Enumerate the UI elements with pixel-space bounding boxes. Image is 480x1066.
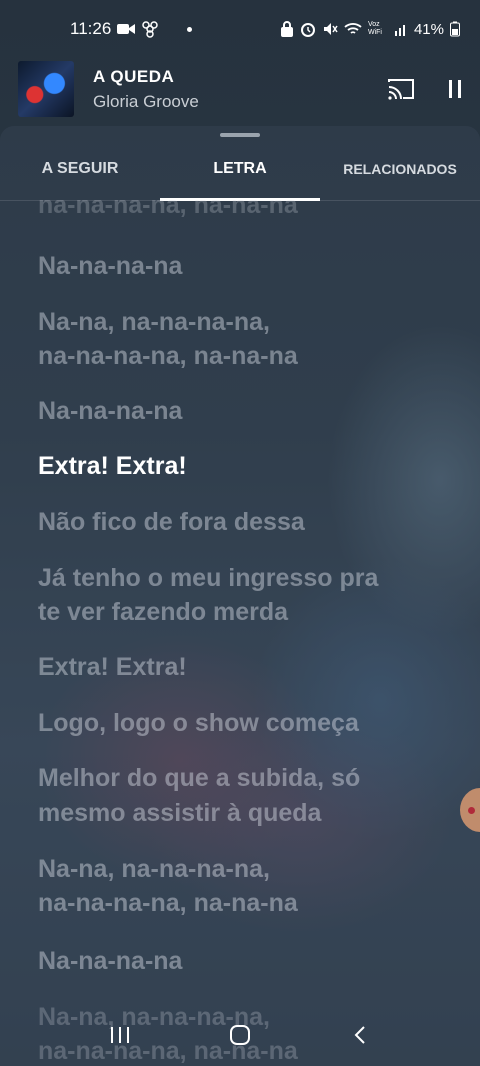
battery-percent: 41% [413,20,444,38]
album-art [18,61,74,117]
lyric-line: na-na-na-na, na-na-na [38,342,298,370]
mute-icon [323,23,338,35]
signal-icon [394,25,405,36]
back-icon[interactable] [345,1020,375,1050]
system-nav-bar [0,1004,480,1066]
lyric-line: Não fico de fora dessa [38,508,305,536]
video-icon [117,24,136,34]
mini-player[interactable]: A QUEDA Gloria Groove [0,56,480,122]
pause-icon[interactable] [448,80,462,98]
song-title: A QUEDA [93,66,175,86]
notification-dot [187,26,193,32]
status-bar: 11:26 Voz WiFi 41% [0,0,480,58]
lyric-line: na-na-na-na, na-na-na [38,200,298,219]
lyric-line: Extra! Extra! [38,653,187,681]
tab-lyrics[interactable]: LETRA [160,138,320,201]
cast-icon[interactable] [388,78,414,100]
lyric-line: Na-na, na-na-na-na, [38,855,270,883]
artist-name: Gloria Groove [93,91,199,111]
battery-icon [450,21,460,37]
lyric-line: Na-na-na-na [38,397,183,425]
wifi-icon [344,23,362,34]
tab-up-next[interactable]: A SEGUIR [0,138,160,200]
recents-icon[interactable] [105,1020,135,1050]
lyric-line: Logo, logo o show começa [38,709,359,737]
lyric-line: Melhor do que a subida, só [38,764,361,792]
drag-handle[interactable] [220,133,260,137]
network-label: Voz WiFi [367,21,382,36]
lyric-line: Na-na-na-na [38,947,183,975]
tab-bar: A SEGUIR LETRA RELACIONADOS [0,138,480,201]
status-time: 11:26 [70,19,112,38]
app-fan-icon [142,21,159,38]
lyric-line: mesmo assistir à queda [38,799,322,827]
lyric-line-current: Extra! Extra! [38,452,187,480]
tab-related[interactable]: RELACIONADOS [320,138,480,200]
home-icon[interactable] [225,1020,255,1050]
alarm-icon [300,23,315,37]
lyric-line: te ver fazendo merda [38,598,289,626]
lock-icon [280,21,293,37]
lyric-line: na-na-na-na, na-na-na [38,889,298,917]
lyric-line: Na-na, na-na-na-na, [38,308,270,336]
lyric-line: Já tenho o meu ingresso pra [38,564,379,592]
lyric-line: Na-na-na-na [38,252,183,280]
lyrics-list[interactable]: na-na-na-na, na-na-na Na-na-na-na Na-na,… [0,200,480,1066]
